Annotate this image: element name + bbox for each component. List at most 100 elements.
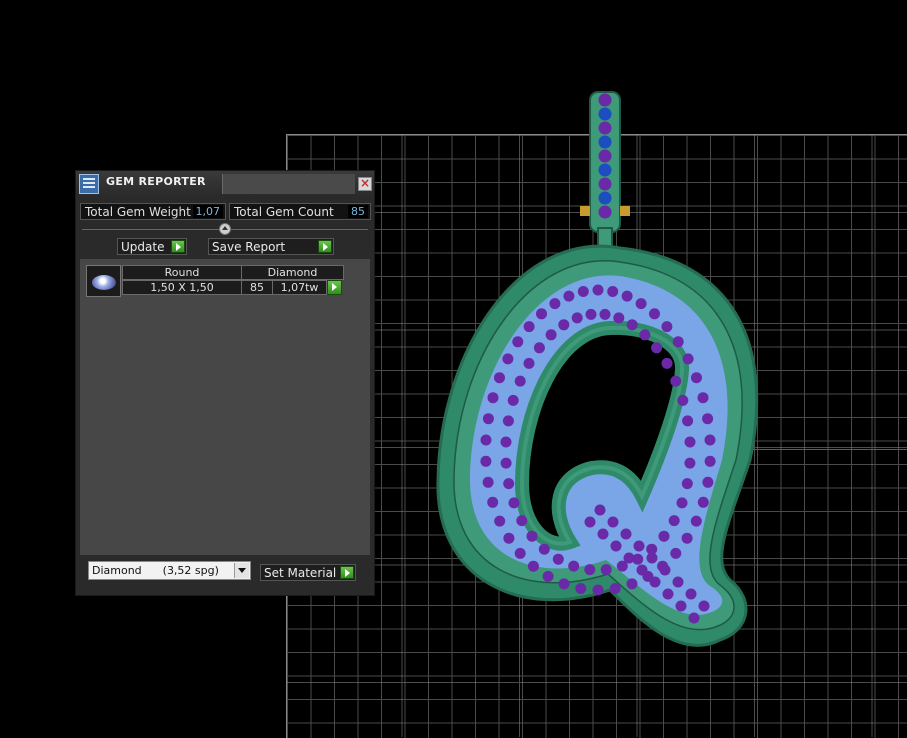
q-gem	[668, 515, 680, 527]
q-tail-gem	[672, 576, 684, 588]
q-gem	[500, 436, 512, 448]
bail-gem	[598, 121, 612, 135]
q-gem	[494, 372, 505, 384]
q-gem	[704, 455, 716, 467]
bail-gem	[598, 93, 612, 107]
save-report-button[interactable]: Save Report	[208, 238, 334, 255]
gem-weight: 1,07tw	[272, 280, 327, 295]
collapse-arrow-icon[interactable]	[219, 223, 231, 235]
gem-list-row[interactable]: Round Diamond 1,50 X 1,50 85 1,07tw	[86, 265, 348, 299]
dropdown-arrow-icon[interactable]	[234, 563, 249, 578]
q-gem	[682, 353, 694, 365]
q-tail-gem	[659, 564, 671, 576]
round-gem-thumbnail-icon	[86, 265, 121, 297]
total-gem-weight: Total Gem Weight 1,07	[80, 203, 226, 220]
q-tail-gem	[620, 528, 632, 540]
q-gem	[651, 342, 663, 354]
q-gem	[487, 392, 499, 404]
q-tail-gem	[610, 540, 622, 552]
q-tail-gem	[646, 552, 658, 564]
q-gem	[512, 336, 524, 348]
set-material-button-label: Set Material	[264, 565, 337, 580]
q-gem	[480, 455, 492, 467]
play-arrow-icon	[318, 240, 332, 253]
q-gem	[584, 564, 596, 576]
panel-titlebar[interactable]: GEM REPORTER ×	[76, 171, 374, 197]
q-tail-gem	[698, 600, 710, 612]
q-gem	[670, 375, 682, 387]
q-gem	[571, 312, 583, 324]
q-gem	[672, 336, 684, 348]
q-gem	[599, 308, 611, 320]
set-material-button[interactable]: Set Material	[260, 564, 356, 581]
q-gem	[503, 532, 515, 544]
q-gem	[704, 434, 716, 446]
bail-gem	[598, 177, 612, 191]
q-gem	[670, 547, 682, 559]
close-icon[interactable]: ×	[358, 177, 372, 191]
q-gem	[658, 530, 670, 542]
gem-list: Round Diamond 1,50 X 1,50 85 1,07tw	[80, 259, 370, 555]
q-tail-gem	[636, 564, 648, 576]
q-gem	[487, 496, 499, 508]
gem-shape: Round	[122, 265, 242, 280]
bail-gem	[598, 149, 612, 163]
q-tail-gem	[597, 528, 609, 540]
q-gem	[681, 478, 693, 490]
q-gem	[494, 515, 506, 527]
q-gem	[684, 457, 696, 469]
q-gem	[549, 298, 561, 310]
material-select[interactable]: Diamond (3,52 spg)	[88, 561, 251, 580]
q-gem	[516, 515, 528, 527]
q-gem	[558, 319, 570, 331]
q-gem	[552, 553, 564, 565]
q-tail-gem	[594, 504, 606, 516]
q-gem	[607, 286, 619, 297]
q-gem	[523, 321, 535, 333]
q-gem	[503, 478, 515, 490]
bail-gem	[598, 135, 612, 149]
q-gem	[533, 342, 545, 354]
q-gem	[508, 497, 520, 509]
q-gem	[545, 329, 557, 341]
material-select-value: Diamond (3,52 spg)	[92, 564, 219, 577]
gem-reporter-panel: GEM REPORTER × Total Gem Weight 1,07 Tot…	[75, 170, 375, 596]
q-tail-gem	[685, 588, 697, 600]
q-gem	[538, 543, 550, 555]
q-gem	[507, 394, 519, 406]
q-gem	[523, 357, 535, 369]
q-gem	[514, 375, 526, 387]
q-gem	[684, 436, 696, 448]
q-gem	[592, 584, 604, 596]
q-gem	[649, 308, 660, 320]
bail-gem	[598, 191, 612, 205]
q-gem	[661, 321, 673, 333]
update-button[interactable]: Update	[117, 238, 187, 255]
play-arrow-icon	[327, 280, 342, 295]
q-gem	[682, 415, 694, 427]
q-gem	[600, 564, 612, 576]
q-tail-gem	[675, 600, 687, 612]
bail-pin-left	[580, 206, 590, 216]
update-button-label: Update	[121, 239, 165, 254]
q-gem	[635, 298, 647, 310]
play-arrow-icon	[171, 240, 185, 253]
q-gem	[502, 353, 514, 365]
bail-gem	[598, 205, 612, 219]
q-gem	[677, 394, 689, 406]
letter-q-pendant-model[interactable]	[430, 80, 770, 660]
q-gem	[536, 308, 547, 320]
titlebar-drag-area[interactable]	[223, 174, 355, 194]
q-tail-gem	[688, 612, 700, 624]
q-gem	[702, 476, 714, 488]
q-gem	[568, 560, 580, 572]
bail-pin-right	[620, 206, 630, 216]
select-gem-button[interactable]	[327, 280, 342, 295]
bail-gem	[598, 107, 612, 121]
q-tail-gem	[607, 516, 619, 528]
total-gem-weight-value: 1,07	[192, 205, 223, 218]
bail-gem	[598, 163, 612, 177]
q-gem	[500, 457, 512, 469]
q-gem	[702, 413, 714, 425]
q-gem	[676, 497, 688, 509]
